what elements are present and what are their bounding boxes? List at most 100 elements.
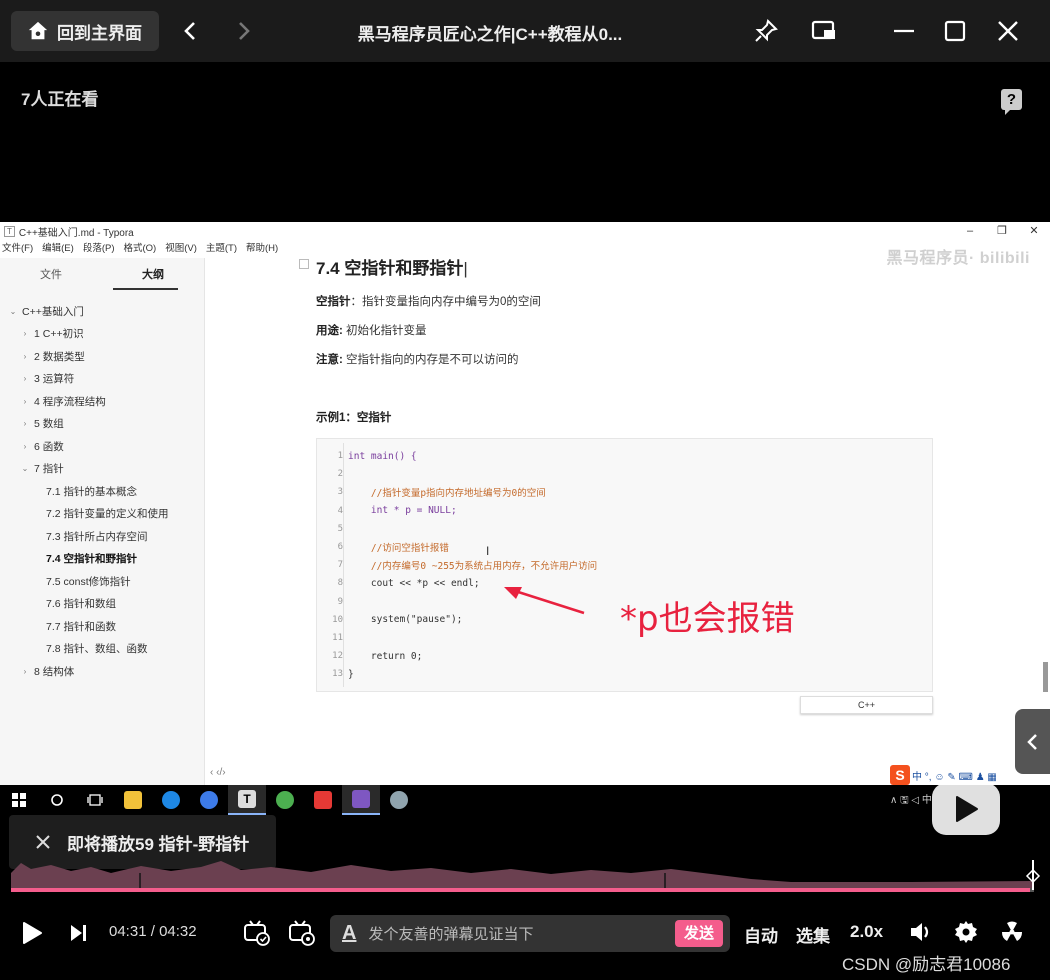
code-text: int main() { (348, 450, 417, 462)
outline-item[interactable]: 7.1 指针的基本概念 (0, 480, 205, 503)
danmaku-style-icon[interactable]: A (342, 922, 356, 945)
forward-icon[interactable] (231, 19, 255, 43)
menu-item[interactable]: 格式(O) (123, 240, 156, 256)
speed-button[interactable]: 2.0x (850, 922, 883, 942)
typora-close-icon[interactable]: ✕ (1018, 222, 1050, 240)
center-play-button[interactable] (932, 783, 1000, 835)
chevron-icon[interactable]: ⌄ (8, 307, 18, 316)
typora-restore-icon[interactable]: ❐ (986, 222, 1018, 240)
code-line: 12 return 0; (317, 647, 932, 665)
outline-item[interactable]: 7.6 指针和数组 (0, 593, 205, 616)
system-tray: ∧ 🖫 ◁ 中 (890, 794, 932, 806)
line-number: 12 (332, 651, 343, 662)
chevron-icon[interactable]: › (20, 667, 30, 676)
menu-item[interactable]: 文件(F) (2, 240, 33, 256)
minimize-icon[interactable] (890, 17, 918, 45)
outline-item[interactable]: › 8 结构体 (0, 660, 205, 683)
pin-icon[interactable] (752, 17, 780, 45)
menu-item[interactable]: 编辑(E) (42, 240, 74, 256)
search-icon[interactable] (38, 785, 76, 815)
back-icon[interactable] (179, 19, 203, 43)
baidu-netdisk-icon[interactable] (190, 785, 228, 815)
outline-item[interactable]: › 2 数据类型 (0, 345, 205, 368)
outline-item[interactable]: › 3 运算符 (0, 368, 205, 391)
help-icon[interactable]: ? (1001, 89, 1022, 115)
outline-item[interactable]: 7.5 const修饰指针 (0, 570, 205, 593)
tab-outline[interactable]: 大纲 (102, 258, 204, 292)
side-panel-toggle[interactable] (1015, 709, 1050, 774)
pip-icon[interactable] (810, 17, 838, 45)
video-frame[interactable]: T C++基础入门.md - Typora – ❐ ✕ 文件(F) 编辑(E) … (0, 222, 1050, 815)
document-scrollbar[interactable] (1043, 662, 1048, 692)
danmaku-toggle-button[interactable] (243, 919, 271, 947)
settings-button[interactable] (954, 920, 978, 944)
maximize-icon[interactable] (941, 17, 969, 45)
chevron-icon[interactable]: › (20, 374, 30, 383)
outline-item[interactable]: › 5 数组 (0, 413, 205, 436)
play-button[interactable] (21, 921, 43, 945)
outline-item[interactable]: › 4 程序流程结构 (0, 390, 205, 413)
next-episode-button[interactable] (69, 924, 89, 942)
outline-item[interactable]: › 6 函数 (0, 435, 205, 458)
chevron-icon[interactable]: › (20, 419, 30, 428)
chevron-icon[interactable]: › (20, 397, 30, 406)
chevron-icon[interactable]: › (20, 352, 30, 361)
paint-icon[interactable] (380, 785, 418, 815)
menu-item[interactable]: 段落(P) (83, 240, 115, 256)
outline-item[interactable]: ⌄ 7 指针 (0, 458, 205, 481)
progress-fill (11, 888, 1030, 892)
progress-track[interactable] (11, 888, 1034, 892)
volume-button[interactable] (909, 921, 933, 943)
code-text: return 0; (348, 650, 423, 662)
outline-item[interactable]: 7.7 指针和函数 (0, 615, 205, 638)
code-text: //指针变量p指向内存地址编号为0的空间 (348, 488, 546, 500)
fullscreen-mode-button[interactable] (999, 920, 1025, 944)
chevron-icon[interactable]: › (20, 442, 30, 451)
line-number: 9 (337, 596, 343, 607)
chevron-icon[interactable]: ⌄ (20, 464, 30, 473)
xmind-icon[interactable] (304, 785, 342, 815)
outline-item[interactable]: › 1 C++初识 (0, 323, 205, 346)
sogou-ime-icon[interactable]: S (890, 765, 910, 785)
task-view-icon[interactable] (76, 785, 114, 815)
csdn-watermark: CSDN @励志君10086 (842, 955, 1011, 974)
episodes-button[interactable]: 选集 (796, 922, 830, 947)
code-text: int * p = NULL; (348, 505, 457, 517)
outline-item[interactable]: 7.2 指针变量的定义和使用 (0, 503, 205, 526)
doc-paragraph: 用途: 初始化指针变量 (316, 325, 427, 337)
doc-paragraph: 注意: 空指针指向的内存是不可以访问的 (316, 354, 519, 366)
source-mode-toggle[interactable]: ‹ ‹/› (210, 767, 226, 778)
code-block[interactable]: 1 int main() {2 3 //指针变量p指向内存地址编号为0的空间 4 in… (316, 438, 933, 692)
danmaku-on-icon (244, 920, 270, 946)
close-icon[interactable] (35, 834, 51, 850)
document-area: 7.4 空指针和野指针| 空指针：指针变量指向内存中编号为0的空间 用途: 初始… (205, 258, 1050, 788)
danmaku-settings-button[interactable] (288, 919, 316, 947)
menu-item[interactable]: 视图(V) (165, 240, 197, 256)
close-icon[interactable] (994, 17, 1022, 45)
autoplay-button[interactable]: 自动 (744, 922, 778, 947)
visual-studio-icon[interactable] (342, 785, 380, 815)
typora-minimize-icon[interactable]: – (954, 222, 986, 240)
time-current: 04:31 (109, 923, 147, 940)
outline-item[interactable]: ⌄ C++基础入门 (0, 300, 205, 323)
chevron-icon[interactable]: › (20, 329, 30, 338)
outline-item[interactable]: 7.8 指针、数组、函数 (0, 638, 205, 661)
home-icon (28, 21, 48, 40)
menu-item[interactable]: 主题(T) (206, 240, 237, 256)
tab-files[interactable]: 文件 (0, 258, 102, 292)
qq-browser-icon[interactable] (152, 785, 190, 815)
home-button[interactable]: 回到主界面 (11, 11, 159, 51)
progress-knob-icon[interactable] (1025, 860, 1041, 890)
file-explorer-icon[interactable] (114, 785, 152, 815)
outline-item[interactable]: 7.3 指针所占内存空间 (0, 525, 205, 548)
danmaku-input-bar[interactable]: A 发个友善的弹幕见证当下 (330, 915, 730, 952)
menu-item[interactable]: 帮助(H) (246, 240, 278, 256)
windows-start-icon[interactable] (0, 785, 38, 815)
send-danmaku-button[interactable]: 发送 (675, 920, 723, 947)
media-player-icon[interactable] (266, 785, 304, 815)
typora-taskbar-icon[interactable]: T (228, 785, 266, 815)
line-number: 11 (332, 633, 343, 643)
code-language-box[interactable]: C++ (800, 696, 933, 714)
progress-area[interactable] (11, 855, 1034, 895)
outline-item[interactable]: 7.4 空指针和野指针 (0, 548, 205, 571)
